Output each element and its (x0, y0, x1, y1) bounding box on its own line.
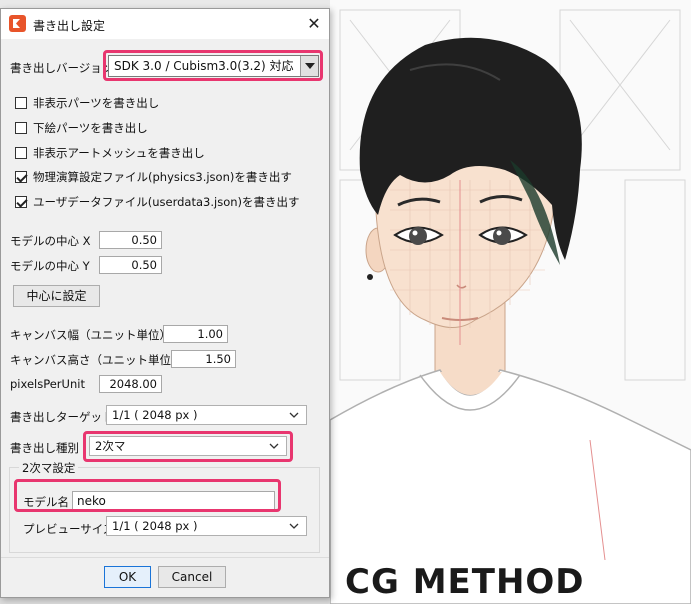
canvas-height-label: キャンバス高さ（ユニット単位） (10, 353, 183, 367)
export-settings-dialog: 書き出し設定 ✕ 書き出しバージョン SDK 3.0 / Cubism3.0(3… (0, 8, 330, 598)
cubism-app-icon (9, 15, 26, 32)
version-label: 書き出しバージョン (10, 61, 114, 75)
highlight-model-name (14, 479, 281, 512)
target-select[interactable]: 1/1 ( 2048 px ) (106, 405, 307, 425)
preview-size-label: プレビューサイズ (23, 522, 115, 536)
canvas-width-input[interactable]: 1.00 (163, 325, 228, 343)
model-canvas[interactable] (330, 0, 691, 604)
center-y-input[interactable]: 0.50 (99, 256, 162, 274)
checkbox-export-sketch-parts[interactable]: 下絵パーツを書き出し (15, 120, 148, 136)
highlight-version (103, 50, 323, 81)
center-y-label: モデルの中心 Y (10, 259, 90, 273)
checkbox-export-physics[interactable]: 物理演算設定ファイル(physics3.json)を書き出す (15, 169, 292, 185)
center-x-label: モデルの中心 X (10, 234, 91, 248)
center-x-input[interactable]: 0.50 (99, 231, 162, 249)
checkbox-icon[interactable] (15, 97, 27, 109)
checkbox-export-hidden-artmesh[interactable]: 非表示アートメッシュを書き出し (15, 145, 205, 161)
target-label: 書き出しターゲット (10, 410, 114, 424)
checkbox-checked-icon[interactable] (15, 171, 27, 183)
ppu-label: pixelsPerUnit (10, 377, 85, 391)
checkbox-export-hidden-parts[interactable]: 非表示パーツを書き出し (15, 95, 159, 111)
ok-button[interactable]: OK (104, 566, 151, 588)
watermark-logo: CG METHOD (345, 562, 585, 602)
canvas-width-label: キャンバス幅（ユニット単位） (10, 328, 171, 342)
ppu-input[interactable]: 2048.00 (99, 375, 162, 393)
preview-size-select[interactable]: 1/1 ( 2048 px ) (106, 516, 307, 536)
dialog-titlebar[interactable]: 書き出し設定 ✕ (1, 9, 329, 39)
canvas-height-input[interactable]: 1.50 (171, 350, 236, 368)
highlight-type (83, 431, 293, 462)
chevron-down-icon[interactable] (288, 407, 300, 423)
checkbox-icon[interactable] (15, 122, 27, 134)
set-center-button[interactable]: 中心に設定 (13, 285, 100, 307)
checkbox-export-userdata[interactable]: ユーザデータファイル(userdata3.json)を書き出す (15, 194, 300, 210)
character-illustration (330, 9, 691, 604)
group-title: 2次マ設定 (19, 460, 79, 476)
checkbox-checked-icon[interactable] (15, 196, 27, 208)
dialog-title: 書き出し設定 (33, 19, 106, 33)
type-label: 書き出し種別 (10, 441, 79, 455)
checkbox-icon[interactable] (15, 147, 27, 159)
chevron-down-icon[interactable] (288, 518, 300, 534)
close-icon[interactable]: ✕ (299, 9, 329, 39)
cancel-button[interactable]: Cancel (158, 566, 226, 588)
